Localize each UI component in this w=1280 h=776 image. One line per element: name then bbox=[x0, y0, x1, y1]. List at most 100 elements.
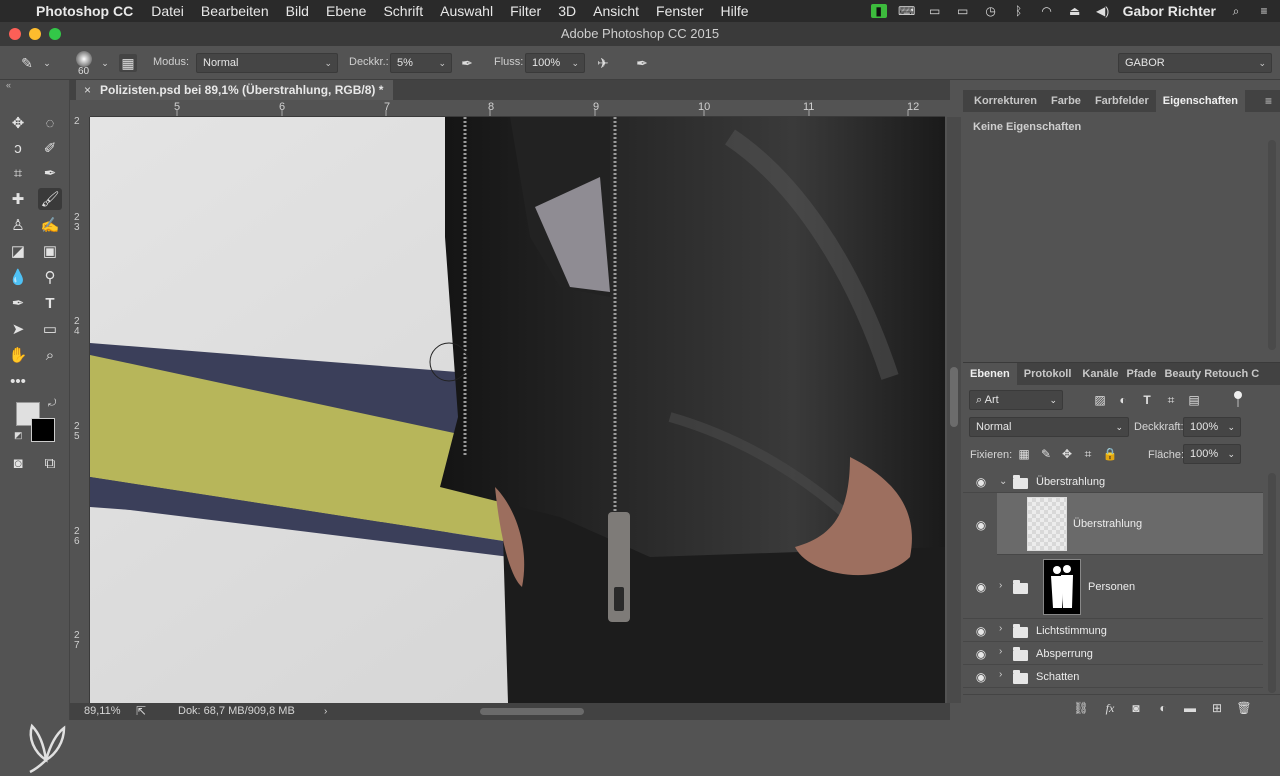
airbrush-icon[interactable]: ✈ bbox=[594, 54, 612, 72]
new-layer-icon[interactable]: ⊞ bbox=[1209, 700, 1225, 716]
filter-type-icon[interactable]: T bbox=[1138, 391, 1156, 409]
path-selection-tool-icon[interactable]: ➤ bbox=[6, 318, 30, 340]
eye-icon[interactable]: ◉ bbox=[973, 580, 989, 594]
chevron-right-icon[interactable]: › bbox=[999, 646, 1002, 657]
menu-bild[interactable]: Bild bbox=[286, 3, 309, 19]
tab-kanaele[interactable]: Kanäle bbox=[1078, 363, 1122, 385]
filter-pixel-icon[interactable]: ▨ bbox=[1091, 391, 1109, 409]
eyedropper-tool-icon[interactable]: ✒ bbox=[38, 162, 62, 184]
mode-select[interactable]: Normal ⌄ bbox=[196, 53, 338, 73]
zoom-tool-icon[interactable]: ⌕ bbox=[38, 344, 62, 366]
swap-colors-icon[interactable]: ⤾ bbox=[48, 398, 56, 409]
history-brush-tool-icon[interactable]: ✍ bbox=[38, 214, 62, 236]
collapse-panel-icon[interactable]: « bbox=[6, 80, 11, 90]
notification-center-icon[interactable]: ≡ bbox=[1256, 4, 1272, 18]
bluetooth-icon[interactable]: ᛒ bbox=[1011, 4, 1027, 18]
brush-tip-preview[interactable] bbox=[76, 51, 92, 67]
filter-smart-object-icon[interactable]: ▤ bbox=[1185, 391, 1203, 409]
properties-scrollbar[interactable] bbox=[1268, 140, 1276, 350]
display-icon[interactable]: ▭ bbox=[927, 4, 943, 18]
new-group-icon[interactable]: ▬ bbox=[1182, 700, 1198, 716]
window-zoom-button[interactable] bbox=[49, 28, 61, 40]
menu-bearbeiten[interactable]: Bearbeiten bbox=[201, 3, 269, 19]
eye-icon[interactable]: ◉ bbox=[973, 670, 989, 684]
background-color-swatch[interactable] bbox=[31, 418, 55, 442]
default-colors-icon[interactable]: ◩ bbox=[14, 430, 23, 441]
tab-korrekturen[interactable]: Korrekturen bbox=[967, 90, 1044, 112]
menu-fenster[interactable]: Fenster bbox=[656, 3, 703, 19]
brush-tool-icon[interactable]: 🖌 bbox=[38, 188, 62, 210]
close-icon[interactable]: × bbox=[84, 80, 91, 100]
chevron-right-icon[interactable]: › bbox=[999, 669, 1002, 680]
chevron-down-icon[interactable]: ⌄ bbox=[999, 476, 1007, 487]
window-close-button[interactable] bbox=[9, 28, 21, 40]
battery-icon[interactable]: ▭ bbox=[955, 4, 971, 18]
time-machine-icon[interactable]: ◷ bbox=[983, 4, 999, 18]
delete-layer-icon[interactable]: 🗑 bbox=[1236, 700, 1252, 716]
layer-row-group-ueberstrahlung[interactable]: ◉ ⌄ Überstrahlung bbox=[963, 471, 1263, 493]
link-layers-icon[interactable]: ⛓ bbox=[1073, 700, 1089, 716]
marquee-tool-icon[interactable]: ◌ bbox=[38, 112, 62, 134]
lock-artboard-icon[interactable]: ⌗ bbox=[1079, 445, 1097, 463]
layers-scrollbar[interactable] bbox=[1268, 473, 1276, 693]
eraser-tool-icon[interactable]: ◪ bbox=[6, 240, 30, 262]
ruler-horizontal[interactable]: 5 6 7 8 9 10 11 12 bbox=[90, 100, 945, 117]
opacity-select[interactable]: 5% ⌄ bbox=[390, 53, 452, 73]
tab-ebenen[interactable]: Ebenen bbox=[963, 363, 1017, 385]
quick-mask-icon[interactable]: ◙ bbox=[6, 452, 30, 474]
fx-icon[interactable]: fx bbox=[1102, 700, 1118, 716]
menu-app-name[interactable]: Photoshop CC bbox=[36, 3, 133, 19]
menu-ebene[interactable]: Ebene bbox=[326, 3, 366, 19]
type-tool-icon[interactable]: T bbox=[38, 292, 62, 314]
canvas-vertical-scrollbar[interactable] bbox=[947, 117, 961, 703]
layer-filter-select[interactable]: ⌕ Art ⌄ bbox=[969, 390, 1063, 410]
eye-icon[interactable]: ◉ bbox=[973, 475, 989, 489]
clone-stamp-tool-icon[interactable]: ♙ bbox=[6, 214, 30, 236]
gradient-tool-icon[interactable]: ▣ bbox=[38, 240, 62, 262]
pen-tool-icon[interactable]: ✒ bbox=[6, 292, 30, 314]
lasso-tool-icon[interactable]: ↄ bbox=[6, 137, 30, 159]
filter-adjustment-icon[interactable]: ◐ bbox=[1114, 391, 1132, 409]
add-mask-icon[interactable]: ◙ bbox=[1128, 700, 1144, 716]
ruler-vertical[interactable]: 2 2 3 2 4 2 5 2 6 2 7 bbox=[70, 117, 90, 703]
healing-brush-tool-icon[interactable]: ✚ bbox=[6, 188, 30, 210]
lock-transparent-icon[interactable]: ▦ bbox=[1015, 445, 1033, 463]
mask-thumbnail[interactable] bbox=[1043, 559, 1081, 615]
eye-icon[interactable]: ◉ bbox=[973, 518, 989, 532]
blur-tool-icon[interactable]: 💧 bbox=[6, 266, 30, 288]
zoom-level[interactable]: 89,11% bbox=[84, 703, 121, 720]
lock-all-icon[interactable]: 🔒 bbox=[1101, 445, 1119, 463]
layer-row-group-schatten[interactable]: ◉ › Schatten bbox=[963, 665, 1263, 688]
filter-toggle-switch[interactable] bbox=[1234, 391, 1242, 407]
adjustment-layer-icon[interactable]: ◐ bbox=[1155, 700, 1171, 716]
menu-datei[interactable]: Datei bbox=[151, 3, 184, 19]
tab-farbe[interactable]: Farbe bbox=[1044, 90, 1088, 112]
screen-mode-icon[interactable]: ⧉ bbox=[38, 452, 62, 474]
menu-hilfe[interactable]: Hilfe bbox=[721, 3, 749, 19]
volume-icon[interactable]: ◀) bbox=[1095, 4, 1111, 18]
brush-picker-dropdown-icon[interactable]: ⌄ bbox=[96, 54, 114, 72]
quick-selection-tool-icon[interactable]: ✐ bbox=[38, 137, 62, 159]
wifi-icon[interactable]: ◠ bbox=[1039, 4, 1055, 18]
menu-ansicht[interactable]: Ansicht bbox=[593, 3, 639, 19]
preset-dropdown-icon[interactable]: ⌄ bbox=[38, 54, 56, 72]
layer-opacity-select[interactable]: 100% ⌄ bbox=[1183, 417, 1241, 437]
menu-auswahl[interactable]: Auswahl bbox=[440, 3, 493, 19]
tab-pfade[interactable]: Pfade bbox=[1122, 363, 1160, 385]
menu-filter[interactable]: Filter bbox=[510, 3, 541, 19]
window-minimize-button[interactable] bbox=[29, 28, 41, 40]
rectangle-tool-icon[interactable]: ▭ bbox=[38, 318, 62, 340]
tab-farbfelder[interactable]: Farbfelder bbox=[1088, 90, 1156, 112]
brush-panel-toggle-icon[interactable]: ▦ bbox=[119, 54, 137, 72]
layer-row-group-lichtstimmung[interactable]: ◉ › Lichtstimmung bbox=[963, 619, 1263, 642]
document-tab[interactable]: × Polizisten.psd bei 89,1% (Überstrahlun… bbox=[76, 80, 394, 100]
layer-row-group-personen[interactable]: ◉ › Personen bbox=[963, 555, 1263, 619]
chevron-right-icon[interactable]: › bbox=[999, 580, 1002, 591]
tab-protokoll[interactable]: Protokoll bbox=[1017, 363, 1079, 385]
more-tools-icon[interactable]: ••• bbox=[6, 370, 30, 392]
eject-icon[interactable]: ⏏ bbox=[1067, 4, 1083, 18]
tab-beauty-retouch[interactable]: Beauty Retouch C bbox=[1160, 363, 1263, 385]
workspace-select[interactable]: GABOR ⌄ bbox=[1118, 53, 1272, 73]
hand-tool-icon[interactable]: ✋ bbox=[6, 344, 30, 366]
pressure-opacity-icon[interactable]: ✒ bbox=[458, 54, 476, 72]
